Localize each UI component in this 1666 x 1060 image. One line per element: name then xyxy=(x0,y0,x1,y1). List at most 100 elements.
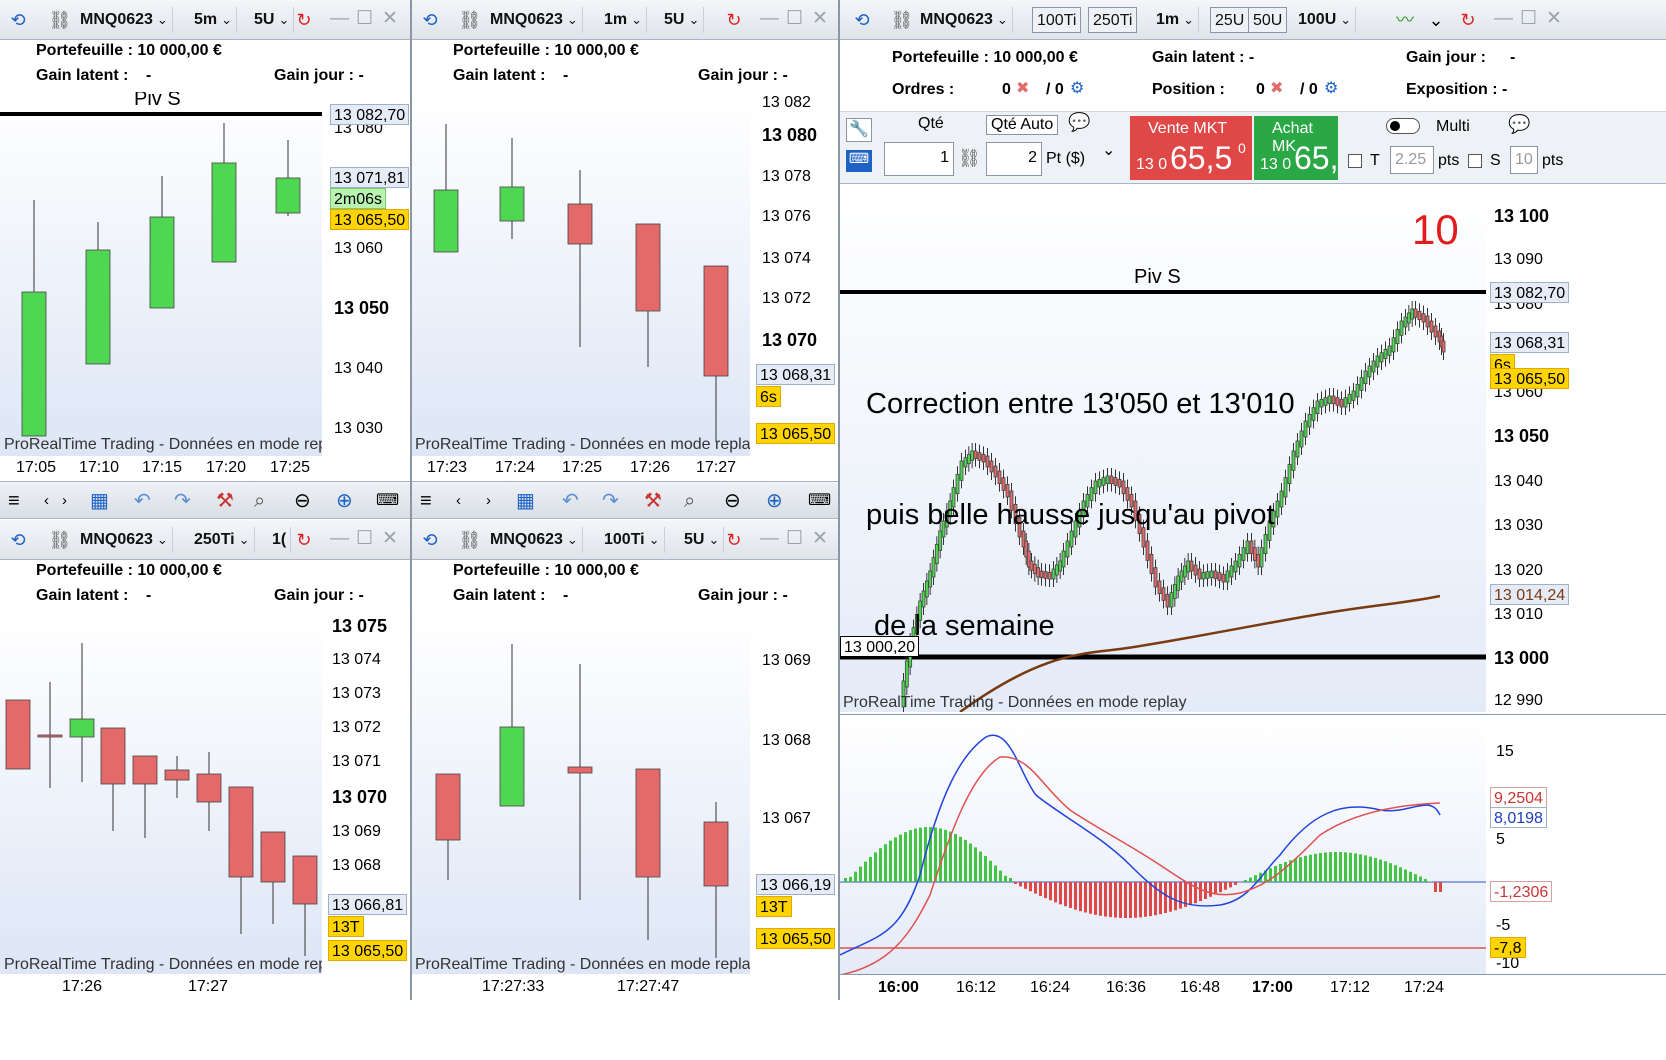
timeframe-selector[interactable]: 250Ti ⌄ xyxy=(190,527,255,553)
macd-indicator-pane[interactable] xyxy=(840,714,1486,974)
refresh-link-icon[interactable]: ⟲ xyxy=(6,8,30,32)
sync-icon[interactable]: ↻ xyxy=(722,528,746,552)
chevron-down-icon[interactable]: ⌄ xyxy=(1102,140,1115,160)
close-icon[interactable]: ✕ xyxy=(812,528,828,550)
indicator-icon[interactable]: 〰 xyxy=(1388,8,1422,32)
minimize-icon[interactable]: — xyxy=(760,528,779,550)
buy-market-button[interactable]: Achat MK 13 0 65, xyxy=(1254,116,1338,180)
units-selector[interactable]: 5U ⌄ xyxy=(250,7,295,33)
menu-icon[interactable]: ≡ xyxy=(8,488,20,514)
symbol-selector[interactable]: MNQ0623 ⌄ xyxy=(486,527,583,553)
scroll-left-icon[interactable]: ‹ xyxy=(456,488,461,514)
refresh-link-icon[interactable]: ⟲ xyxy=(850,8,874,32)
redo-icon[interactable]: ↷ xyxy=(602,488,619,514)
chevron-down-icon[interactable]: ⌄ xyxy=(1424,8,1448,32)
sync-icon[interactable]: ↻ xyxy=(1456,8,1480,32)
units-selector[interactable]: 5U ⌄ xyxy=(660,7,705,33)
link-chain-icon[interactable]: ⛓ xyxy=(48,528,72,552)
calendar-icon[interactable]: ▦ xyxy=(90,488,109,514)
scroll-right-icon[interactable]: › xyxy=(62,488,67,514)
trailing-input[interactable]: 2.25 xyxy=(1390,146,1434,174)
close-icon[interactable]: ✕ xyxy=(382,528,398,550)
maximize-icon[interactable]: ☐ xyxy=(786,8,803,30)
close-icon[interactable]: ✕ xyxy=(382,8,398,30)
menu-icon[interactable]: ≡ xyxy=(420,488,432,514)
timeframe-selector[interactable]: 1m ⌄ xyxy=(600,7,648,33)
close-position-icon[interactable]: ✖ xyxy=(1270,78,1283,98)
qty-auto-label[interactable]: Qté Auto xyxy=(986,115,1059,135)
tools-icon[interactable]: ⚒ xyxy=(644,488,662,514)
sync-icon[interactable]: ↻ xyxy=(722,8,746,32)
maximize-icon[interactable]: ☐ xyxy=(356,8,373,30)
qty-input[interactable]: 1 xyxy=(884,142,954,176)
keyboard-icon[interactable]: ⌨ xyxy=(808,488,831,514)
units-button-50u[interactable]: 50U xyxy=(1248,7,1288,33)
maximize-icon[interactable]: ☐ xyxy=(356,528,373,550)
link-chain-icon[interactable]: ⛓ xyxy=(958,148,981,169)
zoom-fit-icon[interactable]: ⌕ xyxy=(684,488,695,514)
maximize-icon[interactable]: ☐ xyxy=(786,528,803,550)
multi-toggle[interactable] xyxy=(1386,118,1420,134)
zoom-fit-icon[interactable]: ⌕ xyxy=(254,488,265,514)
minimize-icon[interactable]: — xyxy=(1494,8,1513,30)
sell-market-button[interactable]: Vente MKT 13 0 65,5 0 xyxy=(1130,116,1252,180)
zoom-out-icon[interactable]: ⊖ xyxy=(724,488,741,514)
maximize-icon[interactable]: ☐ xyxy=(1520,8,1537,30)
link-chain-icon[interactable]: ⛓ xyxy=(890,8,914,32)
scroll-left-icon[interactable]: ‹ xyxy=(44,488,49,514)
refresh-link-icon[interactable]: ⟲ xyxy=(6,528,30,552)
units-selector[interactable]: 1( xyxy=(268,527,292,553)
close-icon[interactable]: ✕ xyxy=(1546,8,1562,30)
main-candlestick-chart[interactable]: 10 Piv S Correction entre 13'050 et 13'0… xyxy=(840,184,1486,712)
calendar-icon[interactable]: ▦ xyxy=(516,488,535,514)
symbol-selector[interactable]: MNQ0623 ⌄ xyxy=(76,7,173,33)
period-button-100ti[interactable]: 100Ti xyxy=(1032,7,1082,33)
stop-checkbox[interactable] xyxy=(1468,154,1482,168)
info-icon[interactable]: 💬 xyxy=(1068,112,1090,133)
symbol-selector[interactable]: MNQ0623 ⌄ xyxy=(916,7,1013,33)
timeframe-selector[interactable]: 100Ti ⌄ xyxy=(600,527,665,553)
minimize-icon[interactable]: — xyxy=(330,8,349,30)
refresh-link-icon[interactable]: ⟲ xyxy=(418,8,442,32)
symbol-selector[interactable]: MNQ0623 ⌄ xyxy=(76,527,173,553)
scroll-right-icon[interactable]: › xyxy=(486,488,491,514)
refresh-link-icon[interactable]: ⟲ xyxy=(418,528,442,552)
orders-settings-icon[interactable]: ⚙ xyxy=(1070,78,1084,98)
cancel-orders-icon[interactable]: ✖ xyxy=(1016,78,1029,98)
keyboard-icon[interactable]: ⌨ xyxy=(846,150,872,172)
candlestick-chart[interactable]: Piv S ProRealTime Trading - Données en m… xyxy=(0,92,322,456)
period-button-250ti[interactable]: 250Ti xyxy=(1088,7,1138,33)
symbol-selector[interactable]: MNQ0623 ⌄ xyxy=(486,7,583,33)
zoom-in-icon[interactable]: ⊕ xyxy=(336,488,353,514)
minimize-icon[interactable]: — xyxy=(330,528,349,550)
sync-icon[interactable]: ↻ xyxy=(292,528,316,552)
units-button-25u[interactable]: 25U xyxy=(1210,7,1250,33)
candlestick-chart[interactable]: ProRealTime Trading - Données en mode re… xyxy=(412,92,750,456)
candlestick-chart[interactable]: ProRealTime Trading - Données en mode re… xyxy=(0,612,322,974)
timeframe-selector[interactable]: 1m ⌄ xyxy=(1152,7,1200,33)
units-selector[interactable]: 100U ⌄ xyxy=(1294,7,1357,33)
units-selector[interactable]: 5U ⌄ xyxy=(680,527,725,553)
trailing-checkbox[interactable] xyxy=(1348,154,1362,168)
sync-icon[interactable]: ↻ xyxy=(292,8,316,32)
link-chain-icon[interactable]: ⛓ xyxy=(48,8,72,32)
timeframe-selector[interactable]: 5m ⌄ xyxy=(190,7,238,33)
keyboard-icon[interactable]: ⌨ xyxy=(376,488,399,514)
candlestick-chart[interactable]: ProRealTime Trading - Données en mode re… xyxy=(412,612,750,974)
stop-input[interactable]: 10 xyxy=(1510,146,1538,174)
undo-icon[interactable]: ↶ xyxy=(562,488,579,514)
position-settings-icon[interactable]: ⚙ xyxy=(1324,78,1338,98)
pane-divider[interactable] xyxy=(410,0,412,1000)
wrench-icon[interactable]: 🔧 xyxy=(846,118,872,142)
close-icon[interactable]: ✕ xyxy=(812,8,828,30)
undo-icon[interactable]: ↶ xyxy=(134,488,151,514)
qty-auto-input[interactable]: 2 xyxy=(986,142,1042,176)
info-icon[interactable]: 💬 xyxy=(1508,114,1530,135)
zoom-in-icon[interactable]: ⊕ xyxy=(766,488,783,514)
tools-icon[interactable]: ⚒ xyxy=(216,488,234,514)
zoom-out-icon[interactable]: ⊖ xyxy=(294,488,311,514)
minimize-icon[interactable]: — xyxy=(760,8,779,30)
redo-icon[interactable]: ↷ xyxy=(174,488,191,514)
link-chain-icon[interactable]: ⛓ xyxy=(458,528,482,552)
link-chain-icon[interactable]: ⛓ xyxy=(458,8,482,32)
